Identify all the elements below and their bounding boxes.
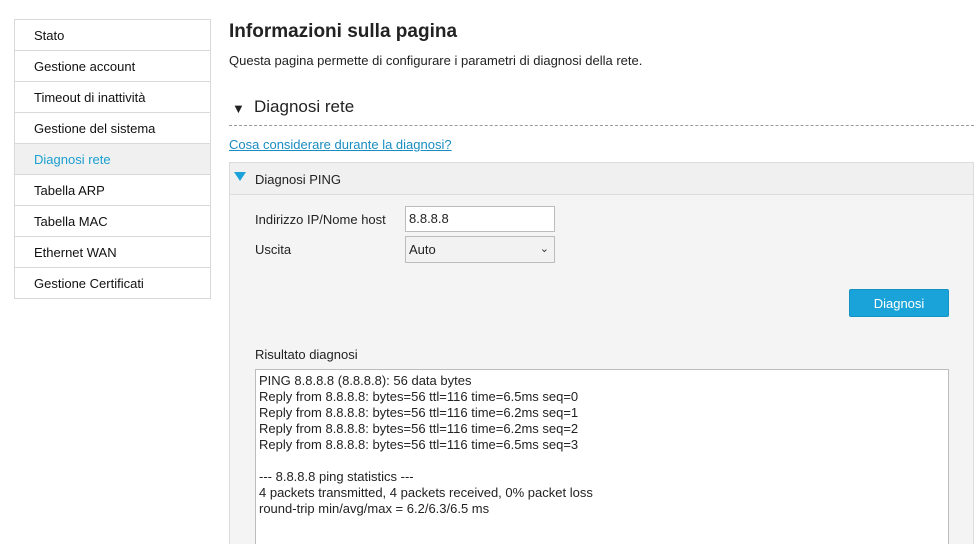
- output-select-value: Auto: [409, 242, 436, 257]
- ip-host-input[interactable]: 8.8.8.8: [405, 206, 555, 232]
- sidebar-item-gestione-certificati[interactable]: Gestione Certificati: [15, 268, 210, 299]
- sidebar-item-gestione-sistema[interactable]: Gestione del sistema: [15, 113, 210, 144]
- sidebar-item-diagnosi-rete[interactable]: Diagnosi rete: [15, 144, 210, 175]
- diagnosi-button[interactable]: Diagnosi: [849, 289, 949, 317]
- triangle-down-icon: ▼: [232, 101, 245, 116]
- sidebar-item-gestione-account[interactable]: Gestione account: [15, 51, 210, 82]
- sidebar-item-timeout-inattivita[interactable]: Timeout di inattività: [15, 82, 210, 113]
- result-textarea[interactable]: PING 8.8.8.8 (8.8.8.8): 56 data bytes Re…: [255, 369, 949, 544]
- panel-title: Diagnosi PING: [255, 172, 341, 187]
- ip-host-label: Indirizzo IP/Nome host: [255, 212, 386, 227]
- page-title: Informazioni sulla pagina: [229, 21, 458, 42]
- output-select[interactable]: Auto ⌄: [405, 236, 555, 263]
- sidebar: Stato Gestione account Timeout di inatti…: [14, 19, 211, 299]
- panel-header-ping[interactable]: Diagnosi PING: [230, 163, 973, 195]
- section-title: Diagnosi rete: [254, 97, 355, 116]
- output-label: Uscita: [255, 242, 292, 257]
- ping-panel: Diagnosi PING Indirizzo IP/Nome host 8.8…: [229, 162, 974, 544]
- chevron-down-icon: ⌄: [539, 243, 549, 255]
- page-description: Questa pagina permette di configurare i …: [229, 53, 643, 68]
- section-header-diagnosi-rete[interactable]: ▼ Diagnosi rete: [229, 96, 974, 126]
- sidebar-item-tabella-arp[interactable]: Tabella ARP: [15, 175, 210, 206]
- sidebar-item-tabella-mac[interactable]: Tabella MAC: [15, 206, 210, 237]
- sidebar-item-stato[interactable]: Stato: [15, 20, 210, 51]
- sidebar-item-ethernet-wan[interactable]: Ethernet WAN: [15, 237, 210, 268]
- triangle-down-icon: [234, 172, 246, 181]
- result-label: Risultato diagnosi: [255, 347, 358, 362]
- help-link[interactable]: Cosa considerare durante la diagnosi?: [229, 137, 452, 152]
